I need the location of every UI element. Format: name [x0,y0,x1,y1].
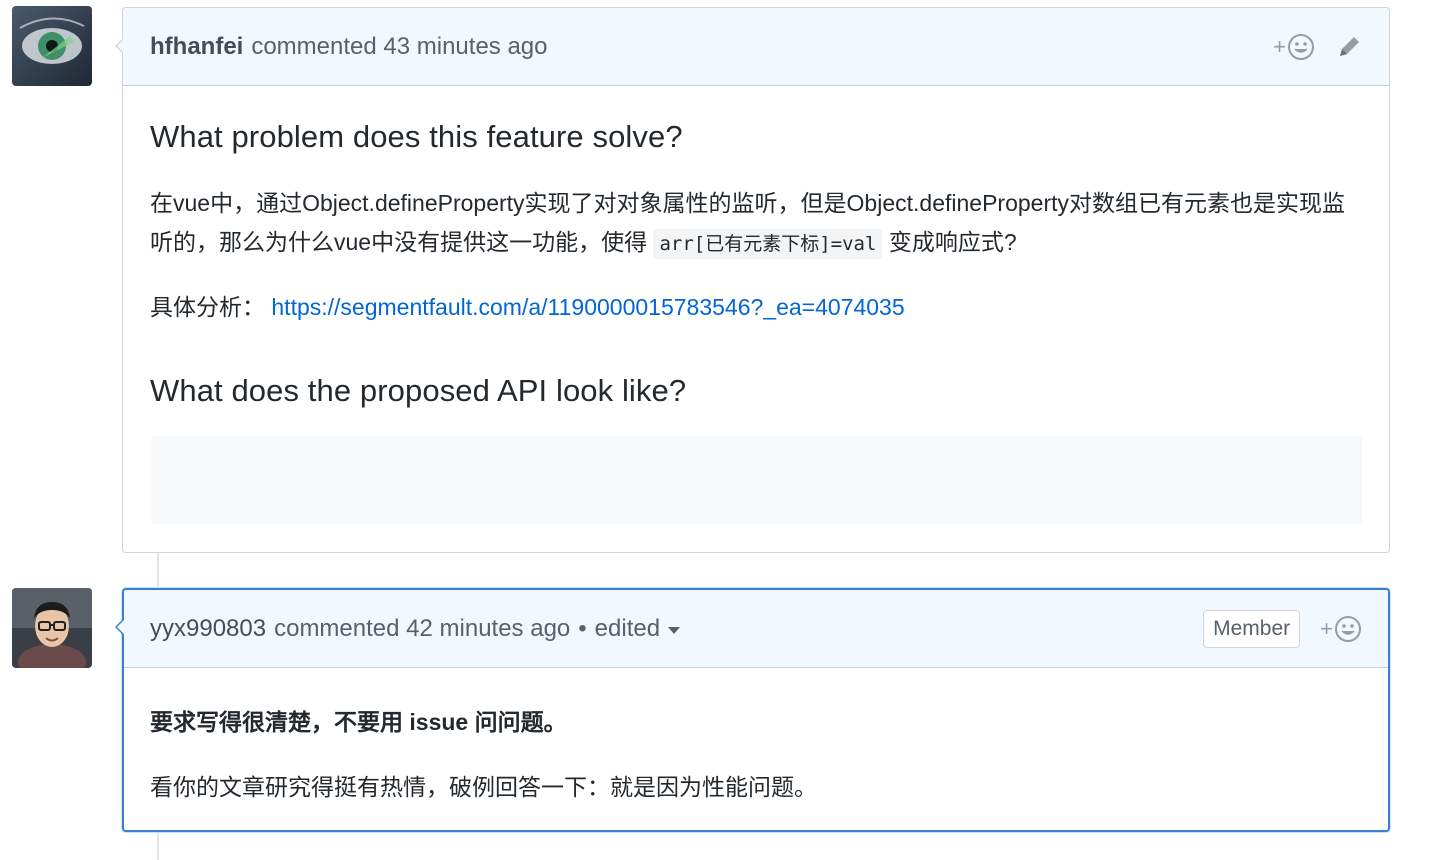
smiley-icon [1335,615,1361,642]
pencil-icon [1340,36,1359,56]
section-heading: What problem does this feature solve? [150,119,683,154]
comment-paragraph: 在vue中，通过Object.defineProperty实现了对对象属性的监听… [150,184,1349,264]
comment-action: commented [274,614,400,642]
analysis-paragraph: 具体分析： https://segmentfault.com/a/1190000… [150,288,1349,327]
author-link[interactable]: yyx990803 [150,615,266,643]
chevron-down-icon [668,627,681,634]
paragraph-text: 变成响应式? [888,229,1017,255]
comment-header: hfhanfei commented 43 minutes ago + [123,8,1389,86]
smiley-icon [1288,33,1314,60]
section-heading: What does the proposed API look like? [150,373,687,408]
add-reaction-button[interactable]: + [1320,615,1362,643]
comment-timestamp[interactable]: 43 minutes ago [383,33,547,61]
avatar[interactable] [12,588,92,668]
comment-header: yyx990803 commented 42 minutes ago • edi… [124,590,1388,668]
add-reaction-button[interactable]: + [1273,33,1315,61]
code-block [151,436,1362,524]
member-badge: Member [1203,609,1301,648]
author-link[interactable]: hfhanfei [150,33,243,61]
comment-paragraph: 看你的文章研究得挺有热情，破例回答一下：就是因为性能问题。 [150,774,817,800]
analysis-label: 具体分析： [150,294,265,320]
analysis-link[interactable]: https://segmentfault.com/a/1190000015783… [271,294,904,320]
inline-code: arr[已有元素下标]=val [653,229,883,259]
comment-timestamp[interactable]: 42 minutes ago [406,615,570,643]
edit-button[interactable] [1335,33,1363,61]
timeline-connector [157,832,159,860]
edited-dropdown[interactable]: edited [594,614,681,643]
timeline-connector [157,553,159,588]
comment-card-highlighted: yyx990803 commented 42 minutes ago • edi… [115,588,1390,832]
bold-paragraph: 要求写得很清楚，不要用 issue 问问题。 [150,709,567,735]
avatar[interactable] [12,6,92,86]
comment-action: commented [251,32,377,60]
comment-card: hfhanfei commented 43 minutes ago + What… [115,7,1390,553]
plus-label: + [1273,33,1286,59]
plus-label: + [1320,615,1333,641]
edited-label: edited [594,614,661,642]
separator: • [578,614,587,642]
